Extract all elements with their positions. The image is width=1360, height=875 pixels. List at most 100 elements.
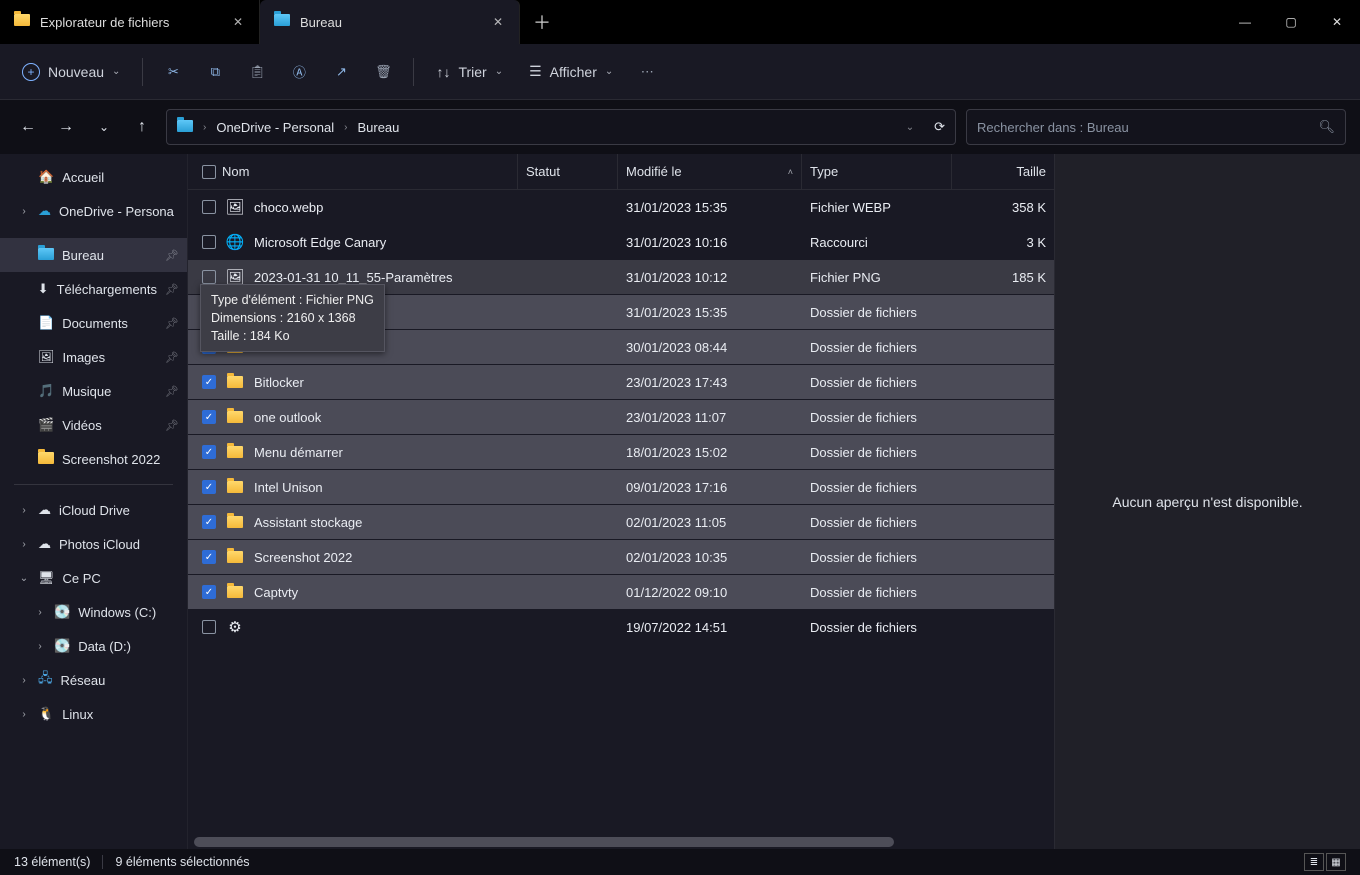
share-button[interactable]: ↗ bbox=[323, 54, 359, 90]
file-type: Dossier de fichiers bbox=[802, 375, 952, 390]
delete-button[interactable]: 🗑︎ bbox=[365, 54, 401, 90]
row-checkbox[interactable] bbox=[202, 200, 216, 214]
row-checkbox[interactable]: ✓ bbox=[202, 445, 216, 459]
sidebar-item-network[interactable]: › 🖧 Réseau bbox=[0, 663, 187, 697]
file-type: Dossier de fichiers bbox=[802, 550, 952, 565]
up-button[interactable]: ↑ bbox=[128, 113, 156, 141]
sidebar-item-onedrive[interactable]: › ☁ OneDrive - Persona bbox=[0, 194, 187, 228]
folder-icon: 🎬 bbox=[38, 417, 54, 433]
new-button[interactable]: + Nouveau ⌄ bbox=[12, 54, 130, 90]
file-type: Dossier de fichiers bbox=[802, 410, 952, 425]
preview-text: Aucun aperçu n'est disponible. bbox=[1112, 494, 1302, 510]
file-icon bbox=[226, 513, 244, 531]
paste-button[interactable]: 📋︎ bbox=[239, 54, 275, 90]
chevron-down-icon[interactable]: ⌄ bbox=[906, 122, 914, 133]
close-window-button[interactable]: ✕ bbox=[1314, 0, 1360, 44]
new-tab-button[interactable]: ＋ bbox=[520, 0, 564, 44]
file-modified: 23/01/2023 11:07 bbox=[618, 410, 802, 425]
row-checkbox[interactable]: ✓ bbox=[202, 375, 216, 389]
tiles-view-button[interactable]: ▦ bbox=[1326, 853, 1346, 871]
chevron-right-icon[interactable]: › bbox=[18, 675, 30, 686]
sidebar-item-images[interactable]: 🖼Images📌︎ bbox=[0, 340, 187, 374]
address-bar[interactable]: › OneDrive - Personal › Bureau ⌄ ⟳ bbox=[166, 109, 956, 145]
details-view-button[interactable]: ≣ bbox=[1304, 853, 1324, 871]
sidebar-item-vidéos[interactable]: 🎬Vidéos📌︎ bbox=[0, 408, 187, 442]
search-box[interactable]: 🔍︎ bbox=[966, 109, 1346, 145]
view-button[interactable]: ☰ Afficher ⌄ bbox=[519, 54, 623, 90]
table-row[interactable]: 🖼choco.webp31/01/2023 15:35Fichier WEBP3… bbox=[188, 190, 1054, 225]
tab-explorer[interactable]: Explorateur de fichiers ✕ bbox=[0, 0, 260, 44]
chevron-right-icon[interactable]: › bbox=[18, 709, 30, 720]
file-type: Dossier de fichiers bbox=[802, 515, 952, 530]
table-row[interactable]: ✓Screenshot 202202/01/2023 10:35Dossier … bbox=[188, 540, 1054, 575]
row-checkbox[interactable]: ✓ bbox=[202, 480, 216, 494]
table-row[interactable]: ✓Assistant stockage02/01/2023 11:05Dossi… bbox=[188, 505, 1054, 540]
chevron-right-icon[interactable]: › bbox=[18, 206, 30, 217]
rename-button[interactable]: Ⓐ bbox=[281, 54, 317, 90]
breadcrumb-root[interactable]: OneDrive - Personal bbox=[216, 120, 334, 135]
chevron-right-icon[interactable]: › bbox=[18, 539, 30, 550]
col-type[interactable]: Type bbox=[802, 154, 952, 189]
table-row[interactable]: ✓Intel Unison09/01/2023 17:16Dossier de … bbox=[188, 470, 1054, 505]
row-checkbox[interactable] bbox=[202, 620, 216, 634]
file-type: Dossier de fichiers bbox=[802, 305, 952, 320]
chevron-right-icon[interactable]: › bbox=[18, 505, 30, 516]
table-row[interactable]: ⚙19/07/2022 14:51Dossier de fichiers bbox=[188, 610, 1054, 645]
table-row[interactable]: ✓one outlook23/01/2023 11:07Dossier de f… bbox=[188, 400, 1054, 435]
row-checkbox[interactable]: ✓ bbox=[202, 515, 216, 529]
sidebar-label: Documents bbox=[62, 316, 128, 331]
tab-bureau[interactable]: Bureau ✕ bbox=[260, 0, 520, 44]
sidebar-item-cepc[interactable]: ⌄ 🖥 Ce PC bbox=[0, 561, 187, 595]
close-icon[interactable]: ✕ bbox=[491, 15, 505, 29]
row-checkbox[interactable] bbox=[202, 270, 216, 284]
sidebar-item-linux[interactable]: › 🐧 Linux bbox=[0, 697, 187, 731]
back-button[interactable]: ← bbox=[14, 113, 42, 141]
col-modified[interactable]: Modifié le ˄ bbox=[618, 154, 802, 189]
chevron-right-icon[interactable]: › bbox=[34, 607, 46, 618]
sidebar-item-bureau[interactable]: Bureau📌︎ bbox=[0, 238, 187, 272]
copy-button[interactable]: ⧉ bbox=[197, 54, 233, 90]
sidebar-item-musique[interactable]: 🎵Musique📌︎ bbox=[0, 374, 187, 408]
refresh-button[interactable]: ⟳ bbox=[934, 119, 945, 135]
scrollbar-thumb[interactable] bbox=[194, 837, 894, 847]
sidebar-item-screenshot-2022[interactable]: Screenshot 2022 bbox=[0, 442, 187, 476]
sidebar-item-documents[interactable]: 📄Documents📌︎ bbox=[0, 306, 187, 340]
table-row[interactable]: ✓Bitlocker23/01/2023 17:43Dossier de fic… bbox=[188, 365, 1054, 400]
sidebar-item-icloud-drive[interactable]: ›☁iCloud Drive bbox=[0, 493, 187, 527]
table-row[interactable]: ✓Captvty01/12/2022 09:10Dossier de fichi… bbox=[188, 575, 1054, 610]
col-name[interactable]: Nom bbox=[188, 154, 518, 189]
search-input[interactable] bbox=[977, 120, 1318, 135]
table-row[interactable]: ✓Menu démarrer18/01/2023 15:02Dossier de… bbox=[188, 435, 1054, 470]
row-checkbox[interactable]: ✓ bbox=[202, 550, 216, 564]
col-status[interactable]: Statut bbox=[518, 154, 618, 189]
sidebar-item-photos-icloud[interactable]: ›☁Photos iCloud bbox=[0, 527, 187, 561]
table-row[interactable]: 🌐Microsoft Edge Canary31/01/2023 10:16Ra… bbox=[188, 225, 1054, 260]
toolbar: + Nouveau ⌄ ✂ ⧉ 📋︎ Ⓐ ↗ 🗑︎ ↑↓ Trier ⌄ ☰ A… bbox=[0, 44, 1360, 100]
select-all-checkbox[interactable] bbox=[202, 165, 216, 179]
maximize-button[interactable]: ▢ bbox=[1268, 0, 1314, 44]
sidebar-item-drive[interactable]: ›💽Data (D:) bbox=[0, 629, 187, 663]
row-checkbox[interactable] bbox=[202, 235, 216, 249]
horizontal-scrollbar[interactable] bbox=[188, 835, 1054, 849]
minimize-button[interactable]: — bbox=[1222, 0, 1268, 44]
row-checkbox[interactable]: ✓ bbox=[202, 410, 216, 424]
more-button[interactable]: ⋯ bbox=[629, 54, 665, 90]
status-selected: 9 éléments sélectionnés bbox=[115, 855, 249, 869]
col-size[interactable]: Taille bbox=[952, 154, 1054, 189]
cut-button[interactable]: ✂ bbox=[155, 54, 191, 90]
breadcrumb-leaf[interactable]: Bureau bbox=[357, 120, 399, 135]
row-checkbox[interactable]: ✓ bbox=[202, 585, 216, 599]
chevron-down-icon: ⌄ bbox=[112, 66, 120, 77]
chevron-down-icon[interactable]: ⌄ bbox=[18, 573, 30, 584]
sidebar-label: Photos iCloud bbox=[59, 537, 140, 552]
sidebar-item-téléchargements[interactable]: ⬇Téléchargements📌︎ bbox=[0, 272, 187, 306]
sort-button[interactable]: ↑↓ Trier ⌄ bbox=[426, 54, 513, 90]
forward-button[interactable]: → bbox=[52, 113, 80, 141]
sidebar-item-home[interactable]: 🏠 Accueil bbox=[0, 160, 187, 194]
close-icon[interactable]: ✕ bbox=[231, 15, 245, 29]
recent-locations-button[interactable]: ⌄ bbox=[90, 113, 118, 141]
folder-icon bbox=[14, 14, 30, 30]
sidebar-item-drive[interactable]: ›💽Windows (C:) bbox=[0, 595, 187, 629]
chevron-right-icon[interactable]: › bbox=[34, 641, 46, 652]
sidebar-label: Images bbox=[63, 350, 106, 365]
